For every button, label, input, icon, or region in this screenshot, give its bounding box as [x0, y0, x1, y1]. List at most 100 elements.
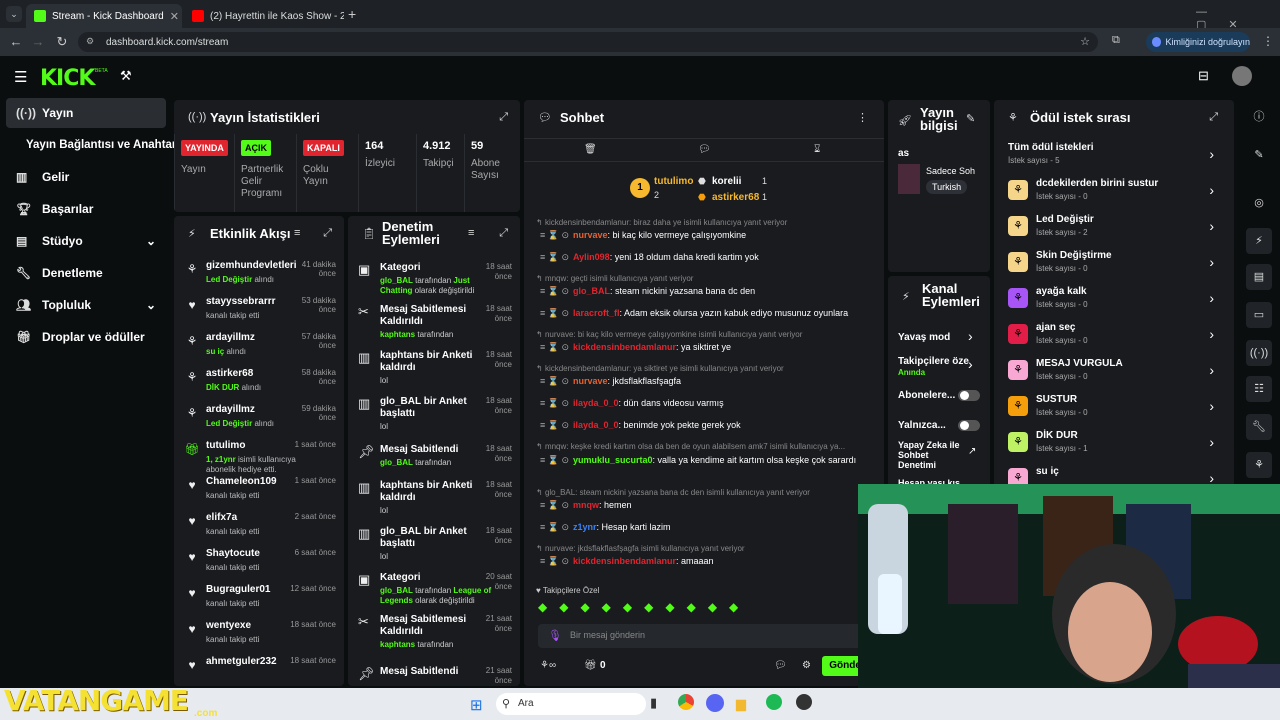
- sidebar-item-stream-key[interactable]: Yayın Bağlantısı ve Anahtarı: [6, 130, 180, 160]
- chat-bubble-icon[interactable]: 💬︎: [698, 144, 711, 155]
- chrome-icon[interactable]: [678, 694, 694, 710]
- subscribers-toggle[interactable]: [958, 390, 980, 401]
- clipboard-icon[interactable]: ▤: [1246, 264, 1272, 290]
- chevron-right-icon[interactable]: ›: [968, 328, 973, 344]
- sidebar-item-denetleme[interactable]: 🔧︎ Denetleme: [6, 258, 166, 288]
- tab-search-icon[interactable]: ⌄: [6, 6, 22, 22]
- activity-username[interactable]: wentyexe: [206, 620, 251, 631]
- taskbar-search[interactable]: ⚲ Ara: [496, 693, 646, 715]
- activity-username[interactable]: Chameleon109: [206, 476, 277, 487]
- mod-tools-icon[interactable]: ≡ ⌛ ⊙: [540, 252, 569, 262]
- popout-icon[interactable]: ⤢: [499, 227, 508, 240]
- chat-username[interactable]: Aylin098: [573, 252, 610, 262]
- sidebar-item-yayin[interactable]: ((·)) Yayın: [6, 98, 166, 128]
- hamburger-menu-icon[interactable]: ☰: [14, 68, 27, 86]
- chat-message[interactable]: ≡ ⌛ ⊙ Aylin098: yeni 18 oldum daha kredi …: [540, 252, 876, 263]
- extensions-icon[interactable]: ⧉: [1112, 34, 1120, 47]
- windows-start-icon[interactable]: ⊞: [470, 696, 483, 714]
- broadcast-icon[interactable]: ((·)): [1246, 340, 1272, 366]
- mod-tools-icon[interactable]: ≡ ⌛ ⊙: [540, 230, 569, 240]
- chat-username[interactable]: mnqw: [573, 500, 599, 510]
- popout-icon[interactable]: ⤢: [1209, 111, 1218, 124]
- site-info-icon[interactable]: ⚙: [86, 36, 94, 47]
- back-icon[interactable]: ←: [8, 34, 24, 49]
- activity-username[interactable]: Shaytocute: [206, 548, 260, 559]
- emote-toggle[interactable]: [958, 420, 980, 431]
- chat-username[interactable]: nurvave: [573, 230, 608, 240]
- chat-message[interactable]: ≡ ⌛ ⊙ ilayda_0_0: dün dans videosu varmış: [540, 398, 876, 409]
- browser-tab-kick[interactable]: Stream - Kick Dashboard ✕: [26, 4, 182, 28]
- chat-username[interactable]: nurvave: [573, 376, 608, 386]
- all-rewards-item[interactable]: Tüm ödül istekleri İstek sayısı - 5 ›: [1002, 140, 1222, 174]
- external-link-icon[interactable]: ↗: [968, 446, 976, 457]
- reward-item[interactable]: ⚘ Skin Değiştirme İstek sayısı - 0 ›: [1002, 248, 1222, 282]
- chat-settings-icon[interactable]: 💬︎: [774, 660, 787, 671]
- gift-icon[interactable]: 🎁︎: [584, 660, 597, 671]
- chat-message[interactable]: ≡ ⌛ ⊙ glo_BAL: steam nickini yazsana bana…: [540, 286, 876, 297]
- mod-tools-icon[interactable]: ≡ ⌛ ⊙: [540, 308, 569, 318]
- chat-message[interactable]: ≡ ⌛ ⊙ yumuklu_sucurta0: valla ya kendime …: [540, 454, 876, 466]
- edit-icon[interactable]: ✎: [1246, 142, 1272, 168]
- kick-logo[interactable]: KICK: [40, 66, 95, 91]
- discord-icon[interactable]: [706, 694, 724, 712]
- reward-item[interactable]: ⚘ DİK DUR İstek sayısı - 1 ›: [1002, 428, 1222, 462]
- mod-tools-icon[interactable]: ≡ ⌛ ⊙: [540, 420, 569, 430]
- activity-username[interactable]: gizemhundevletleri: [206, 260, 297, 271]
- chat-message[interactable]: ≡ ⌛ ⊙ kickdensinbendamlanur: ya siktiret …: [540, 342, 876, 353]
- filter-icon[interactable]: ≡: [468, 227, 474, 239]
- chat-message[interactable]: ≡ ⌛ ⊙ nurvave: jkdsflakflasfşagfa: [540, 376, 876, 387]
- reward-item[interactable]: ⚘ dcdekilerden birini sustur İstek sayısı …: [1002, 176, 1222, 210]
- obs-icon[interactable]: [796, 694, 812, 710]
- emote-row[interactable]: ◆◆◆◆◆◆◆◆◆◆: [538, 600, 868, 618]
- activity-username[interactable]: ahmetguler232: [206, 656, 277, 667]
- activity-username[interactable]: stayyssebrarrr: [206, 296, 276, 307]
- rewards-icon[interactable]: ⚘: [1246, 452, 1272, 478]
- more-options-icon[interactable]: ⋮: [857, 111, 868, 124]
- chat-message[interactable]: ≡ ⌛ ⊙ ilayda_0_0: benimde yok pekte gerek…: [540, 420, 876, 431]
- mod-tools-icon[interactable]: ≡ ⌛ ⊙: [540, 376, 569, 386]
- lightning-icon[interactable]: ⚡︎: [1246, 228, 1272, 254]
- chat-message[interactable]: ≡ ⌛ ⊙ z1ynr: Hesap karti lazim: [540, 522, 876, 533]
- chat-username[interactable]: ilayda_0_0: [573, 420, 619, 430]
- popout-icon[interactable]: ⤢: [323, 227, 332, 240]
- chevron-right-icon[interactable]: ›: [968, 356, 973, 372]
- chat-username[interactable]: z1ynr: [573, 522, 597, 532]
- camera-icon[interactable]: ◎: [1246, 190, 1272, 216]
- popout-icon[interactable]: ⤢: [499, 111, 508, 124]
- mod-tools-icon[interactable]: ≡ ⌛ ⊙: [540, 500, 569, 510]
- close-tab-icon[interactable]: ✕: [164, 10, 179, 23]
- chat-username[interactable]: yumuklu_sucurta0: [573, 455, 653, 465]
- infinity-icon[interactable]: ⚘∞: [540, 660, 556, 671]
- chat-username[interactable]: kickdensinbendamlanur: [573, 556, 676, 566]
- followers-only-item[interactable]: Takipçilere öze: [898, 356, 978, 367]
- trash-icon[interactable]: 🗑︎: [584, 144, 597, 155]
- new-tab-icon[interactable]: +: [348, 6, 356, 22]
- sidebar-item-droplar[interactable]: 🎁︎ Droplar ve ödüller: [6, 322, 166, 352]
- chat-message[interactable]: ≡ ⌛ ⊙ laracroft_fl: Adam eksik olursa yaz…: [540, 308, 876, 319]
- wrench-icon[interactable]: 🔧︎: [1246, 414, 1272, 440]
- chat-message[interactable]: ≡ ⌛ ⊙ mnqw: hemen: [540, 500, 876, 511]
- mod-tools-icon[interactable]: ≡ ⌛ ⊙: [540, 455, 569, 465]
- chat-username[interactable]: kickdensinbendamlanur: [573, 342, 676, 352]
- bookmark-star-icon[interactable]: ☆: [1080, 35, 1090, 48]
- sidebar-item-gelir[interactable]: ▥ Gelir: [6, 162, 166, 192]
- reload-icon[interactable]: ↻: [54, 34, 70, 50]
- activity-username[interactable]: ardayillmz: [206, 332, 255, 343]
- sidebar-item-topluluk[interactable]: 👥︎ Topluluk ⌄: [6, 290, 166, 320]
- chat-message[interactable]: ≡ ⌛ ⊙ nurvave: bi kaç kilo vermeye çalışı…: [540, 230, 876, 241]
- forward-icon[interactable]: →: [30, 34, 46, 49]
- reward-item[interactable]: ⚘ ajan seç İstek sayısı - 0 ›: [1002, 320, 1222, 354]
- file-icon[interactable]: ▮: [650, 695, 657, 711]
- slow-mode-item[interactable]: Yavaş mod: [898, 332, 978, 343]
- chat-message[interactable]: ≡ ⌛ ⊙ kickdensinbendamlanur: amaaan: [540, 556, 876, 567]
- spotify-icon[interactable]: [766, 694, 782, 710]
- identity-verify-button[interactable]: Kimliğinizi doğrulayın: [1146, 32, 1250, 52]
- info-icon[interactable]: ⓘ: [1246, 104, 1272, 130]
- chat-message-input[interactable]: 🎙︎ Bir mesaj gönderin: [538, 624, 878, 648]
- microphone-icon[interactable]: 🎙︎: [548, 629, 562, 642]
- activity-username[interactable]: astirker68: [206, 368, 253, 379]
- chat-username[interactable]: ilayda_0_0: [573, 398, 619, 408]
- mod-tools-icon[interactable]: ≡ ⌛ ⊙: [540, 522, 569, 532]
- ai-moderation-item[interactable]: Yapay Zeka ile Sohbet Denetimi: [898, 440, 962, 470]
- reward-item[interactable]: ⚘ MESAJ VURGULA İstek sayısı - 0 ›: [1002, 356, 1222, 390]
